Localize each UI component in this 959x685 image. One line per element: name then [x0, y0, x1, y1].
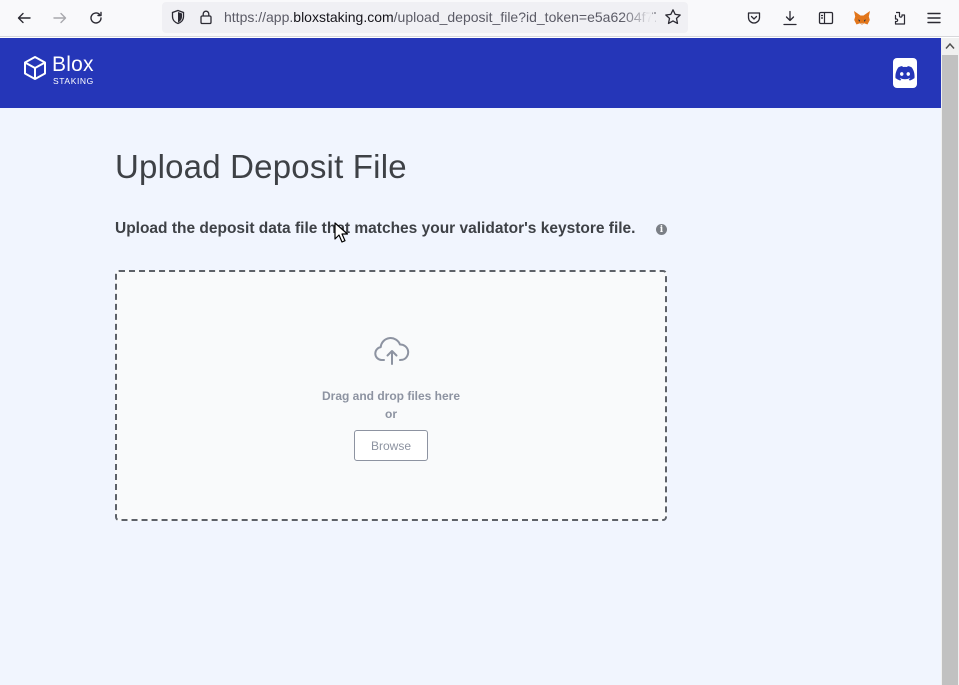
page-title: Upload Deposit File — [115, 148, 407, 185]
drag-drop-text: Drag and drop files here — [321, 389, 461, 403]
file-dropzone[interactable]: Drag and drop files here or Browse — [115, 270, 667, 521]
main-content: Upload Deposit File Upload the deposit d… — [0, 108, 941, 685]
vertical-scrollbar[interactable] — [941, 38, 959, 685]
logo-subtitle: STAKING — [53, 76, 94, 86]
url-text: https://app.bloxstaking.com/upload_depos… — [224, 9, 656, 25]
metamask-fox-icon[interactable] — [849, 5, 875, 31]
reload-icon[interactable] — [83, 5, 109, 31]
pocket-icon[interactable] — [741, 5, 767, 31]
shield-icon[interactable] — [170, 9, 186, 25]
scrollbar-thumb[interactable] — [942, 55, 958, 685]
download-icon[interactable] — [777, 5, 803, 31]
page-subtitle: Upload the deposit data file that matche… — [115, 220, 636, 237]
app-header: Blox STAKING — [0, 38, 941, 108]
menu-icon[interactable] — [921, 5, 947, 31]
scroll-up-arrow-icon[interactable] — [944, 41, 956, 51]
browser-toolbar: https://app.bloxstaking.com/upload_depos… — [0, 0, 959, 37]
cloud-upload-icon — [374, 337, 410, 365]
forward-arrow-icon[interactable] — [47, 5, 73, 31]
logo-name: Blox — [52, 53, 94, 76]
url-path: /upload_deposit_file?id_token=e5a6204f77 — [393, 9, 656, 25]
url-domain: bloxstaking.com — [293, 9, 394, 25]
blox-cube-icon — [24, 56, 46, 80]
sidebar-icon[interactable] — [813, 5, 839, 31]
back-arrow-icon[interactable] — [11, 5, 37, 31]
browse-button[interactable]: Browse — [354, 430, 428, 461]
url-prefix: https://app. — [224, 9, 294, 25]
extensions-icon[interactable] — [885, 5, 911, 31]
url-bar[interactable]: https://app.bloxstaking.com/upload_depos… — [162, 2, 688, 33]
discord-icon — [895, 65, 915, 81]
blox-logo[interactable]: Blox STAKING — [23, 54, 94, 86]
mouse-cursor-icon — [334, 222, 348, 243]
discord-button[interactable] — [893, 58, 917, 88]
info-icon[interactable]: i — [656, 224, 667, 235]
or-text: or — [385, 407, 397, 421]
lock-icon[interactable] — [198, 9, 214, 25]
star-icon[interactable] — [664, 8, 682, 26]
url-fade — [622, 4, 652, 31]
